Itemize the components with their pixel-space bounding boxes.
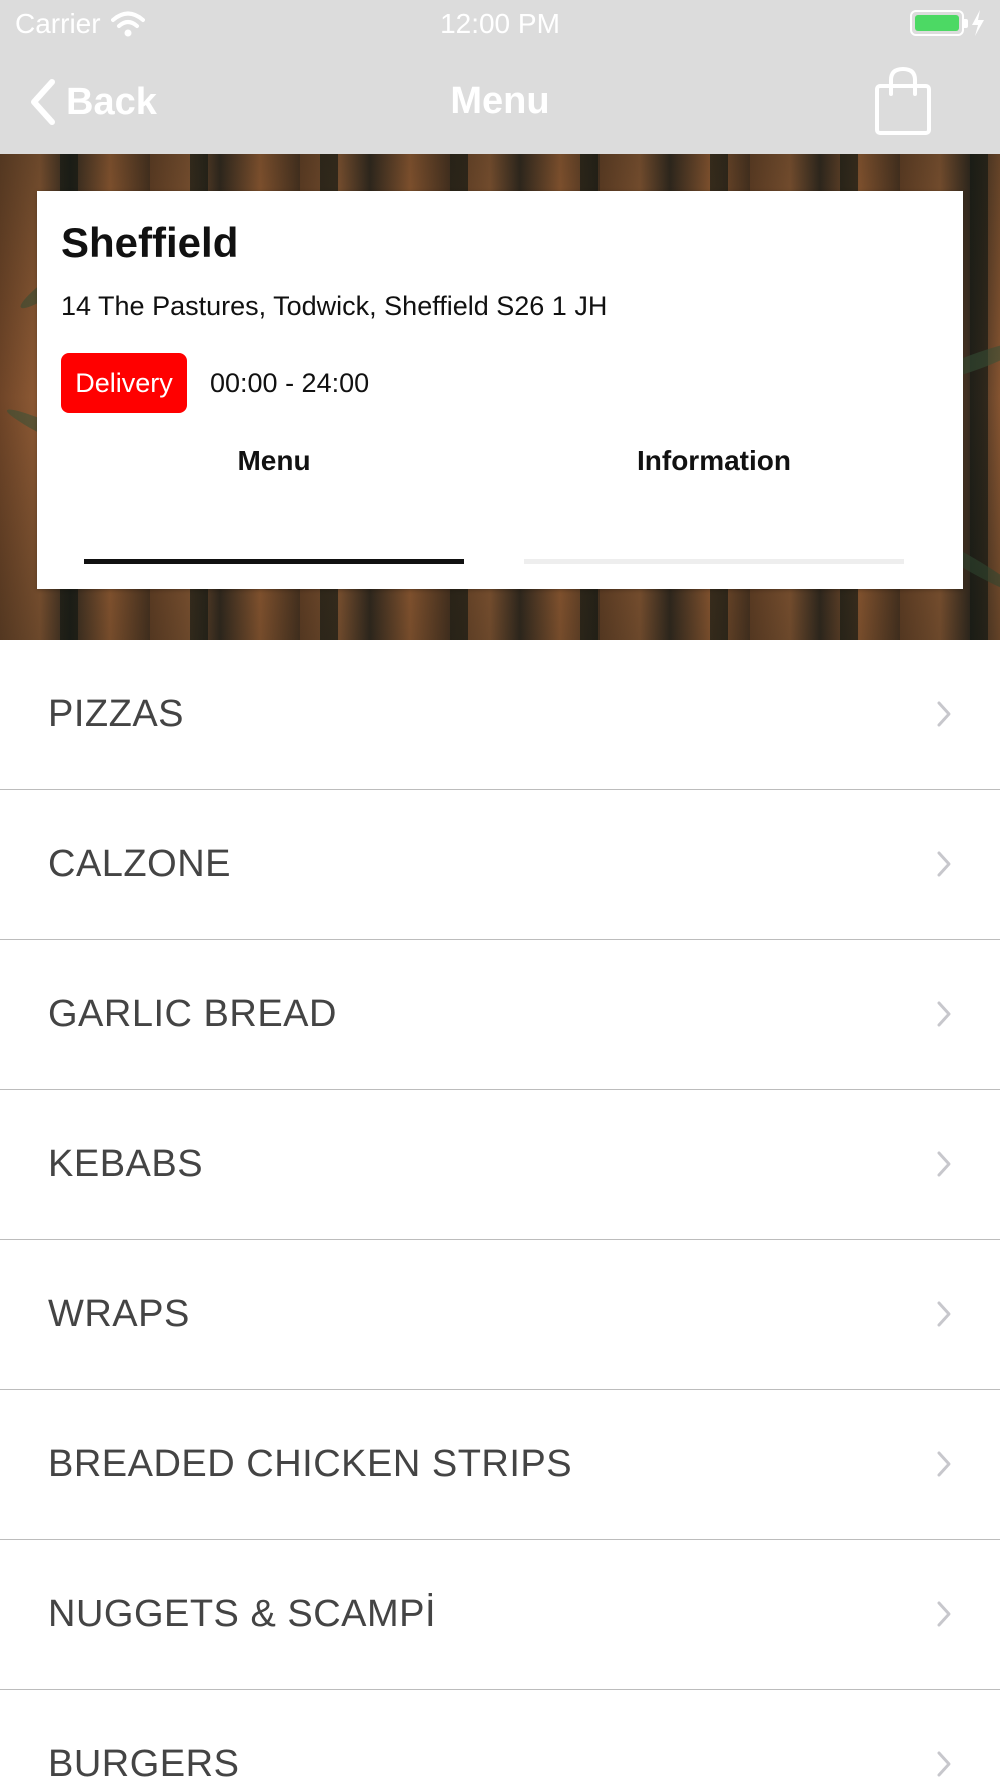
chevron-right-icon	[937, 701, 951, 727]
chevron-right-icon	[937, 1451, 951, 1477]
chevron-right-icon	[937, 1301, 951, 1327]
store-address: 14 The Pastures, Todwick, Sheffield S26 …	[61, 291, 608, 321]
tab-information-indicator	[524, 559, 904, 564]
chevron-right-icon	[937, 851, 951, 877]
charging-bolt-icon	[972, 10, 984, 36]
tab-menu-indicator	[84, 559, 464, 564]
category-label: NUGGETS & SCAMPİ	[48, 1593, 437, 1635]
category-nuggets-scampi[interactable]: NUGGETS & SCAMPİ	[0, 1540, 1000, 1690]
category-label: BURGERS	[48, 1743, 240, 1778]
tab-information[interactable]: Information	[524, 445, 904, 477]
category-label: KEBABS	[48, 1143, 204, 1185]
page-title: Menu	[450, 80, 550, 122]
opening-hours: 00:00 - 24:00	[210, 368, 370, 398]
status-bar: Carrier 12:00 PM	[0, 0, 1000, 50]
store-name: Sheffield	[61, 219, 239, 266]
chevron-right-icon	[937, 1001, 951, 1027]
store-info-card: Sheffield 14 The Pastures, Todwick, Shef…	[37, 191, 963, 589]
category-garlic-bread[interactable]: GARLIC BREAD	[0, 940, 1000, 1090]
category-label: GARLIC BREAD	[48, 993, 337, 1035]
battery-icon	[910, 10, 968, 36]
category-label: CALZONE	[48, 843, 231, 885]
chevron-right-icon	[937, 1151, 951, 1177]
chevron-right-icon	[937, 1751, 951, 1777]
navigation-bar: Back Menu	[0, 50, 1000, 154]
category-calzone[interactable]: CALZONE	[0, 790, 1000, 940]
chevron-right-icon	[937, 1601, 951, 1627]
tab-menu[interactable]: Menu	[84, 445, 464, 477]
status-time: 12:00 PM	[440, 8, 560, 39]
battery-level	[915, 15, 959, 31]
category-breaded-chicken-strips[interactable]: BREADED CHICKEN STRIPS	[0, 1390, 1000, 1540]
category-pizzas[interactable]: PIZZAS	[0, 640, 1000, 790]
shopping-bag-icon[interactable]	[874, 66, 932, 136]
category-label: BREADED CHICKEN STRIPS	[48, 1443, 573, 1485]
category-label: PIZZAS	[48, 693, 185, 735]
menu-category-list: PIZZAS CALZONE GARLIC BREAD KEBABS WRAPS…	[0, 640, 1000, 1778]
category-label: WRAPS	[48, 1293, 190, 1335]
battery-indicator	[910, 10, 986, 36]
category-wraps[interactable]: WRAPS	[0, 1240, 1000, 1390]
delivery-badge: Delivery	[61, 353, 187, 413]
category-kebabs[interactable]: KEBABS	[0, 1090, 1000, 1240]
category-burgers[interactable]: BURGERS	[0, 1690, 1000, 1778]
